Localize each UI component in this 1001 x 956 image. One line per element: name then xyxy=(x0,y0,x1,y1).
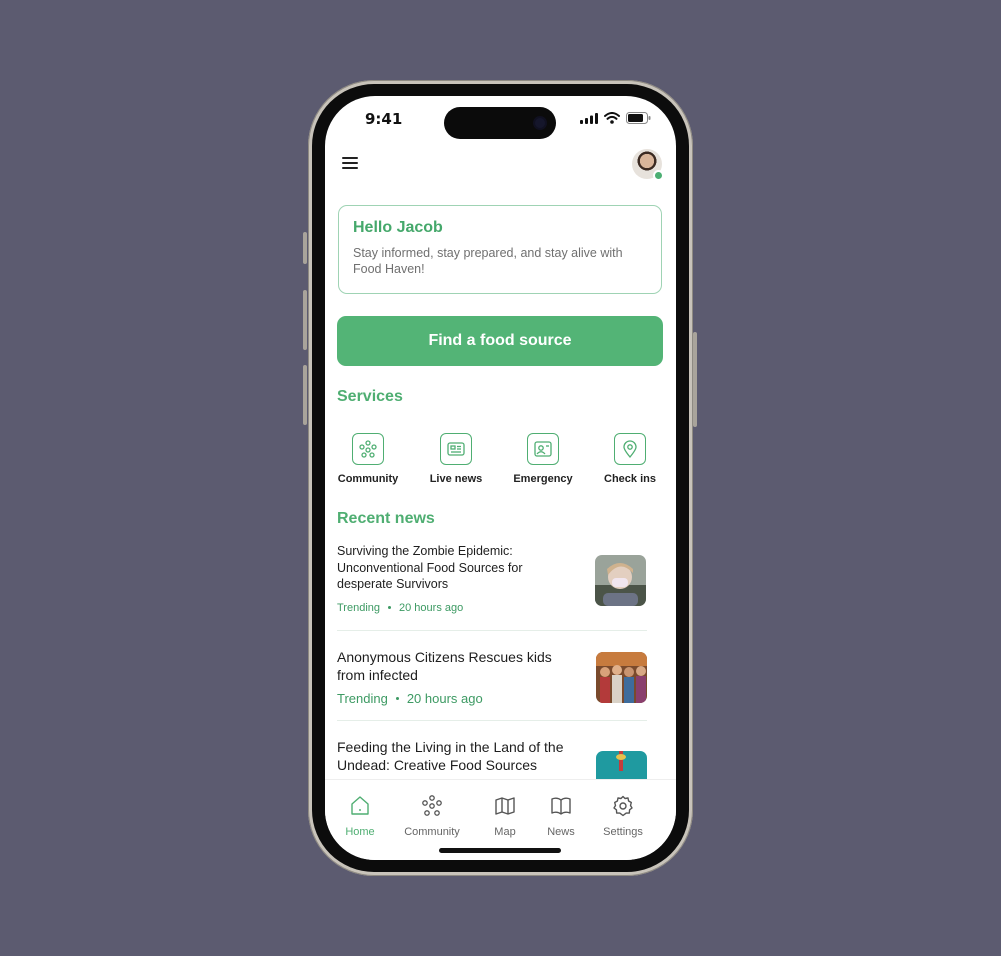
battery-icon xyxy=(626,112,651,124)
greeting-title: Hello Jacob xyxy=(353,219,443,236)
wifi-icon xyxy=(604,112,620,124)
service-label: Live news xyxy=(429,473,483,485)
nav-label: Home xyxy=(345,826,375,838)
id-card-icon xyxy=(527,433,559,465)
home-icon xyxy=(351,796,369,815)
book-icon xyxy=(551,797,571,815)
service-emergency[interactable]: Emergency xyxy=(504,433,582,485)
divider xyxy=(337,630,647,631)
service-community[interactable]: Community xyxy=(329,433,407,485)
service-live-news[interactable]: Live news xyxy=(417,433,495,485)
divider xyxy=(337,720,647,721)
news-title: Anonymous Citizens Rescues kids from inf… xyxy=(337,649,552,683)
avatar[interactable] xyxy=(632,149,664,181)
greeting-card: Hello Jacob Stay informed, stay prepared… xyxy=(338,205,662,294)
news-time: 20 hours ago xyxy=(399,601,464,614)
app-screen: 9:41 Hello Jacob Stay informed, stay pre… xyxy=(325,96,676,860)
service-label: Emergency xyxy=(513,473,573,485)
phone-volume-down-button xyxy=(303,365,307,425)
community-icon xyxy=(352,433,384,465)
phone-volume-up-button xyxy=(303,290,307,350)
news-title: Feeding the Living in the Land of the Un… xyxy=(337,739,564,773)
news-tag: Trending xyxy=(337,601,381,614)
phone-power-button xyxy=(693,332,697,427)
news-time: 20 hours ago xyxy=(406,691,483,706)
news-tag: Trending xyxy=(337,691,388,706)
news-title: Surviving the Zombie Epidemic: Unconvent… xyxy=(337,544,523,591)
status-icons xyxy=(580,112,651,124)
nav-community[interactable]: Community xyxy=(396,794,468,838)
gear-icon xyxy=(613,795,633,817)
service-label: Community xyxy=(337,473,399,485)
camera-icon xyxy=(535,118,545,128)
news-thumbnail[interactable] xyxy=(596,652,647,703)
newspaper-icon xyxy=(440,433,472,465)
location-pin-icon xyxy=(614,433,646,465)
community-icon xyxy=(422,795,442,816)
news-thumbnail[interactable] xyxy=(595,555,646,606)
nav-home[interactable]: Home xyxy=(325,794,396,838)
greeting-text: Stay informed, stay prepared, and stay a… xyxy=(353,246,623,276)
home-indicator xyxy=(439,848,561,853)
nav-label: Settings xyxy=(603,826,643,838)
recent-news-title: Recent news xyxy=(337,510,435,527)
signal-icon xyxy=(580,112,598,124)
services-title: Services xyxy=(337,388,403,405)
service-check-ins[interactable]: Check ins xyxy=(591,433,669,485)
online-status-indicator xyxy=(653,170,664,181)
find-food-source-button[interactable]: Find a food source xyxy=(337,316,663,366)
hamburger-menu-icon[interactable] xyxy=(341,154,359,172)
nav-settings[interactable]: Settings xyxy=(587,794,659,838)
map-icon xyxy=(495,797,515,815)
meta-separator xyxy=(395,697,399,700)
meta-separator xyxy=(388,606,392,609)
status-time: 9:41 xyxy=(365,110,403,128)
service-label: Check ins xyxy=(604,473,656,485)
nav-label: Community xyxy=(404,826,460,838)
phone-action-button xyxy=(303,232,307,264)
